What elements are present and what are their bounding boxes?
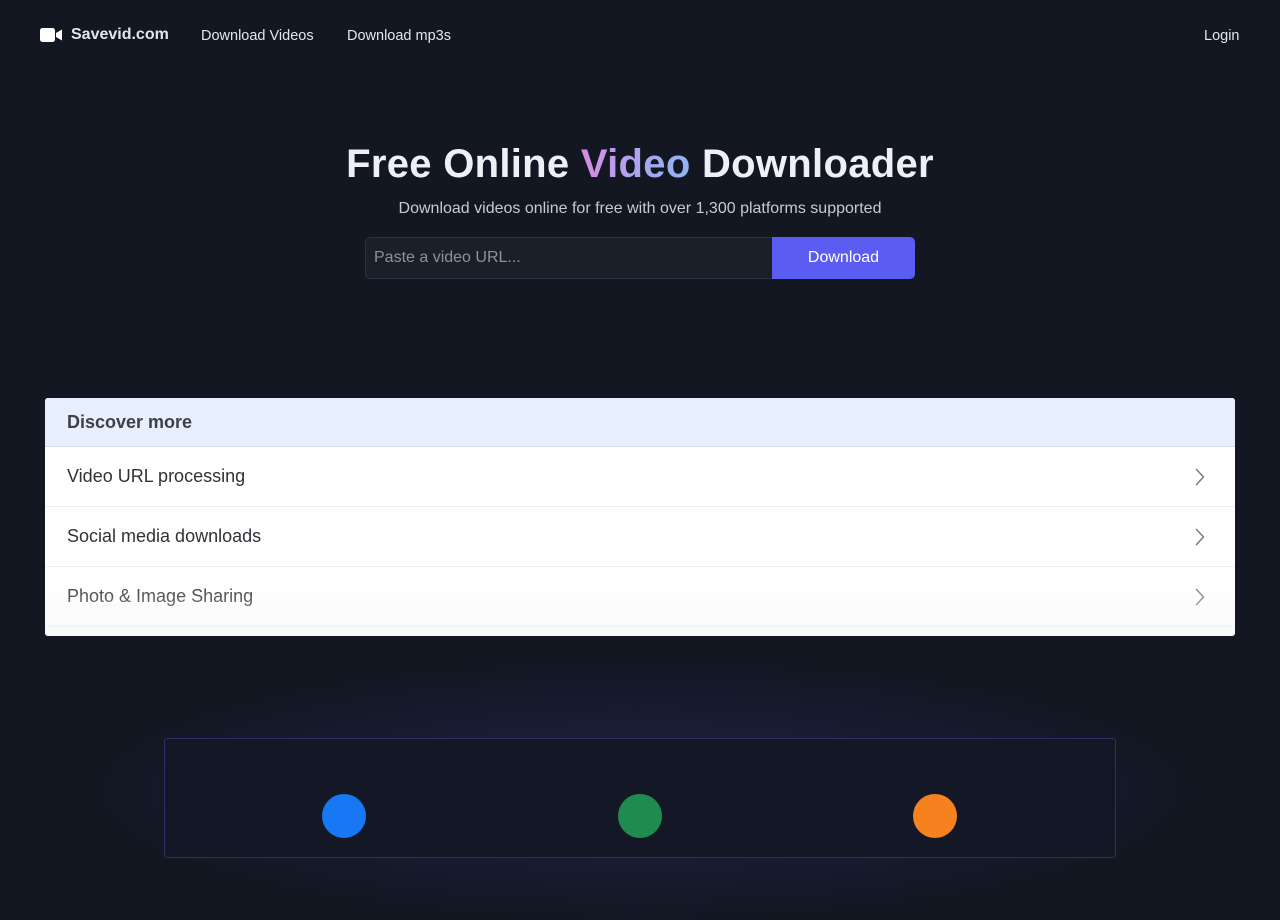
chevron-right-icon: [1195, 468, 1205, 485]
discover-heading: Discover more: [45, 398, 1235, 447]
nav-download-videos[interactable]: Download Videos: [201, 28, 314, 44]
hero-title-end: Downloader: [690, 142, 934, 186]
download-button[interactable]: Download: [772, 237, 915, 279]
discover-item-photo-image-sharing[interactable]: Photo & Image Sharing: [45, 567, 1235, 627]
hero-subtitle: Download videos online for free with ove…: [398, 200, 882, 217]
discover-more-panel: Discover more Video URL processing Socia…: [45, 398, 1235, 636]
chevron-right-icon: [1195, 528, 1205, 545]
logo-text: Savevid.com: [71, 26, 169, 43]
discover-item-label: Social media downloads: [67, 526, 262, 546]
nav-download-mp3s[interactable]: Download mp3s: [347, 28, 451, 44]
discover-item-label: Photo & Image Sharing: [67, 586, 254, 606]
chevron-right-icon: [1195, 588, 1205, 605]
platform-green-icon: [618, 794, 662, 838]
discover-item-social-media-downloads[interactable]: Social media downloads: [45, 507, 1235, 567]
hero-title: Free Online Video Downloader: [0, 142, 1280, 187]
login-link[interactable]: Login: [1204, 28, 1239, 44]
top-navbar: Savevid.com Download Videos Download mp3…: [0, 0, 1280, 74]
video-url-input[interactable]: [365, 237, 772, 279]
facebook-icon: [322, 794, 366, 838]
discover-item-label: Video URL processing: [67, 466, 246, 486]
hero-title-highlight: Video: [580, 142, 691, 186]
url-search-form: Download: [365, 237, 915, 279]
platform-orange-icon: [913, 794, 957, 838]
hero-title-start: Free Online: [346, 142, 581, 186]
video-camera-icon: [40, 28, 62, 42]
logo-link[interactable]: Savevid.com: [40, 26, 169, 44]
discover-item-video-url-processing[interactable]: Video URL processing: [45, 447, 1235, 507]
